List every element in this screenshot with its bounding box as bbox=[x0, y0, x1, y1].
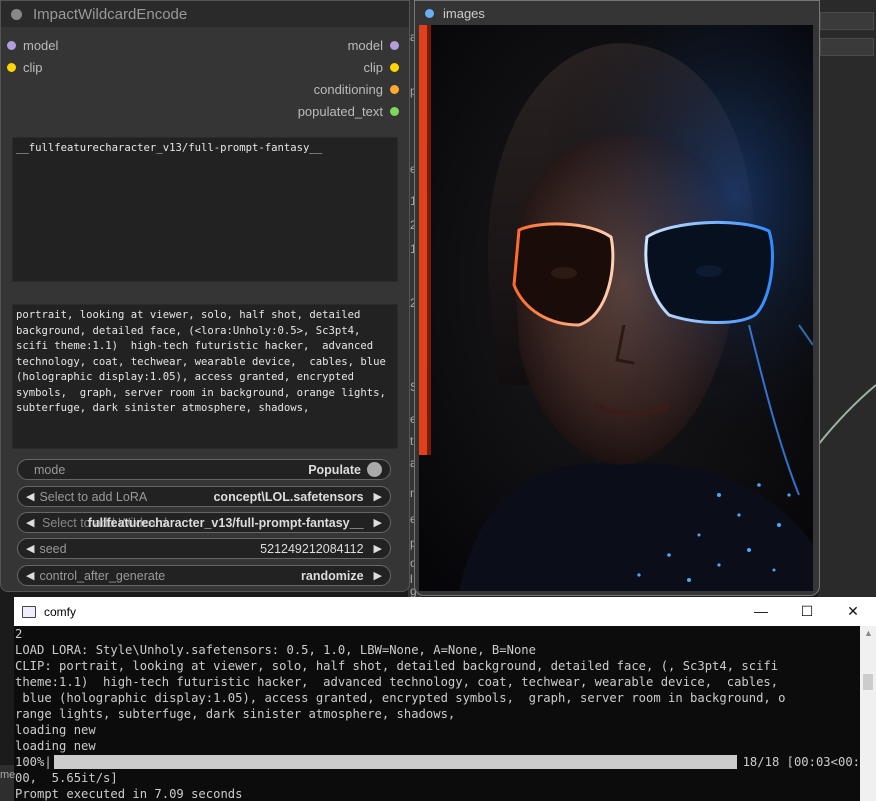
collapse-dot-icon[interactable] bbox=[11, 8, 22, 20]
progress-tail: 18/18 [00:03<00: bbox=[742, 755, 860, 769]
console-title: comfy bbox=[44, 604, 77, 619]
right-arrow-icon[interactable]: ▶ bbox=[374, 516, 382, 529]
console-line: theme:1.1) high-tech futuristic hacker, … bbox=[15, 675, 779, 689]
input-dot-icon[interactable] bbox=[7, 63, 16, 72]
input-slot-model[interactable]: model bbox=[7, 38, 58, 53]
widget-value: randomize bbox=[301, 568, 364, 583]
output-slot-model[interactable]: model bbox=[348, 38, 399, 53]
console-window[interactable]: comfy — ☐ ✕ 2 LOAD LORA: Style\Unholy.sa… bbox=[14, 597, 876, 801]
left-arrow-icon[interactable]: ◀ bbox=[26, 490, 34, 503]
left-arrow-icon[interactable]: ◀ bbox=[26, 542, 34, 555]
output-label: model bbox=[347, 38, 383, 53]
maximize-button[interactable]: ☐ bbox=[784, 603, 830, 620]
left-arrow-icon[interactable]: ◀ bbox=[26, 569, 34, 582]
widget-label: mode bbox=[34, 462, 66, 477]
output-label: populated_text bbox=[297, 104, 383, 119]
console-output[interactable]: 2 LOAD LORA: Style\Unholy.safetensors: 0… bbox=[14, 626, 860, 801]
output-dot-icon[interactable] bbox=[390, 85, 399, 94]
output-dot-icon[interactable] bbox=[390, 41, 399, 50]
node-title-bar[interactable]: ImpactWildcardEncode bbox=[1, 1, 409, 27]
right-arrow-icon[interactable]: ▶ bbox=[374, 569, 382, 582]
console-line: 2 bbox=[15, 627, 23, 641]
output-slot-conditioning[interactable]: conditioning bbox=[314, 82, 399, 97]
widget-label: Select to add LoRA bbox=[39, 489, 148, 504]
toggle-knob-icon[interactable] bbox=[367, 462, 382, 477]
widget-label: seed bbox=[39, 541, 67, 556]
console-line: CLIP: portrait, looking at viewer, solo,… bbox=[15, 659, 779, 673]
lora-combo[interactable]: ◀ Select to add LoRA concept\LOL.safeten… bbox=[17, 486, 391, 507]
output-dot-icon[interactable] bbox=[390, 63, 399, 72]
wildcard-combo[interactable]: ◀ Select to add Wildcard fullfeaturechar… bbox=[17, 512, 391, 533]
preview-image-node[interactable]: images bbox=[414, 0, 820, 596]
generated-portrait-image bbox=[419, 25, 813, 591]
widget-label: control_after_generate bbox=[39, 568, 166, 583]
image-node-title-bar[interactable]: images bbox=[415, 1, 819, 25]
widget-value: fullfeaturecharacter_v13/full-prompt-fan… bbox=[87, 515, 364, 530]
left-arrow-icon[interactable]: ◀ bbox=[26, 516, 34, 529]
console-line: blue (holographic display:1.05), access … bbox=[15, 691, 786, 705]
minimize-button[interactable]: — bbox=[738, 603, 784, 620]
output-dot-icon[interactable] bbox=[390, 107, 399, 116]
impact-wildcard-encode-node[interactable]: ImpactWildcardEncode model clip model cl… bbox=[0, 0, 410, 592]
node-title: ImpactWildcardEncode bbox=[33, 5, 188, 23]
mode-toggle[interactable]: mode Populate bbox=[17, 459, 391, 480]
progress-percent: 100%| bbox=[15, 755, 52, 769]
widget-value: Populate bbox=[308, 462, 361, 477]
terminal-icon bbox=[22, 605, 36, 618]
output-label: conditioning bbox=[313, 82, 383, 97]
input-slot-clip[interactable]: clip bbox=[7, 60, 43, 75]
widget-value: concept\LOL.safetensors bbox=[213, 489, 364, 504]
output-slot-clip[interactable]: clip bbox=[363, 60, 399, 75]
populated-text-area[interactable]: portrait, looking at viewer, solo, half … bbox=[12, 304, 398, 449]
control-after-generate-combo[interactable]: ◀ control_after_generate randomize ▶ bbox=[17, 565, 391, 586]
console-title-bar[interactable]: comfy — ☐ ✕ bbox=[14, 597, 876, 626]
console-line: loading new bbox=[15, 723, 96, 737]
console-scrollbar[interactable]: ▲ bbox=[860, 626, 876, 801]
output-slot-populated-text[interactable]: populated_text bbox=[298, 104, 399, 119]
right-arrow-icon[interactable]: ▶ bbox=[374, 490, 382, 503]
output-label: clip bbox=[363, 60, 383, 75]
seed-number[interactable]: ◀ seed 521249212084112 ▶ bbox=[17, 538, 391, 559]
input-dot-icon[interactable] bbox=[425, 8, 434, 18]
close-button[interactable]: ✕ bbox=[830, 603, 876, 620]
console-line: range lights, subterfuge, dark sinister … bbox=[15, 707, 456, 721]
image-slot-label: images bbox=[443, 5, 485, 21]
progress-line: 100%| 18/18 [00:03<00: bbox=[15, 754, 860, 770]
console-line: Prompt executed in 7.09 seconds bbox=[15, 787, 243, 801]
link-wire bbox=[818, 384, 876, 446]
console-line: 00, 5.65it/s] bbox=[15, 771, 118, 785]
widget-value: 521249212084112 bbox=[260, 541, 364, 556]
console-line: loading new bbox=[15, 739, 96, 753]
background-node-right bbox=[818, 0, 876, 600]
input-label: clip bbox=[23, 60, 43, 75]
right-arrow-icon[interactable]: ▶ bbox=[374, 542, 382, 555]
input-dot-icon[interactable] bbox=[7, 41, 16, 50]
scrollbar-thumb[interactable] bbox=[863, 674, 873, 690]
progress-bar bbox=[53, 755, 737, 769]
wildcard-text-area[interactable]: __fullfeaturecharacter_v13/full-prompt-f… bbox=[12, 137, 398, 282]
background-window-tab: me bbox=[0, 765, 15, 801]
input-label: model bbox=[23, 38, 59, 53]
console-line: LOAD LORA: Style\Unholy.safetensors: 0.5… bbox=[15, 643, 536, 657]
scroll-up-icon[interactable]: ▲ bbox=[864, 628, 873, 638]
